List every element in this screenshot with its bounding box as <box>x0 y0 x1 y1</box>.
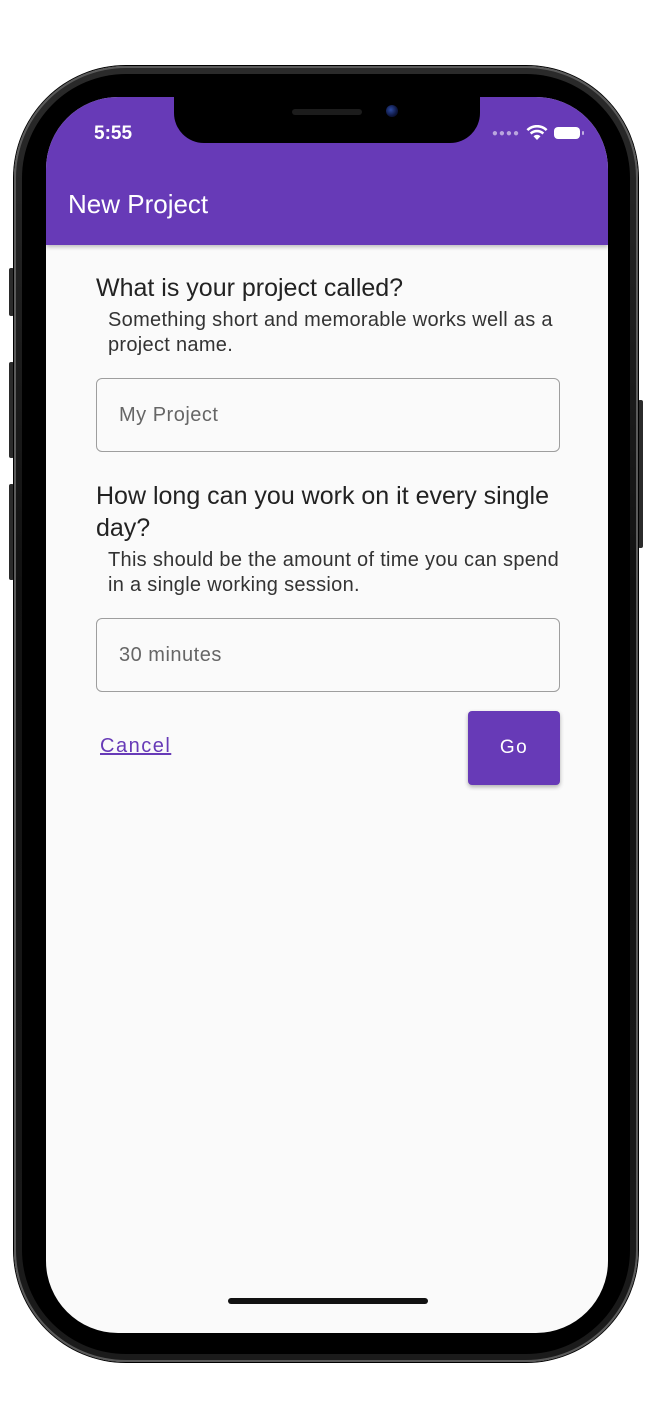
project-name-question: What is your project called? <box>96 274 404 302</box>
daily-time-hint: This should be the amount of time you ca… <box>108 549 560 596</box>
battery-icon <box>554 127 584 139</box>
page-title: New Project <box>68 189 209 219</box>
daily-time-placeholder: 30 minutes <box>119 643 222 666</box>
daily-time-question: How long can you work on it every single… <box>96 482 550 542</box>
front-camera <box>386 105 398 117</box>
status-icons: ●●●● <box>491 125 584 141</box>
speaker-grille <box>292 109 362 115</box>
wifi-icon <box>526 125 548 140</box>
project-name-hint: Something short and memorable works well… <box>108 309 553 356</box>
home-indicator[interactable] <box>228 1298 428 1304</box>
form-actions: Cancel Go <box>96 711 560 785</box>
go-button[interactable]: Go <box>468 711 560 785</box>
cellular-dots-icon: ●●●● <box>491 127 520 139</box>
form: What is your project called? Something s… <box>96 272 560 692</box>
status-time: 5:55 <box>94 123 133 144</box>
daily-time-input[interactable]: 30 minutes <box>96 618 560 692</box>
power-button <box>638 400 643 548</box>
project-name-placeholder: My Project <box>119 403 219 426</box>
cancel-button[interactable]: Cancel <box>100 735 171 758</box>
project-name-input[interactable]: My Project <box>96 378 560 452</box>
screen: 5:55 ●●●● New Project What is your proje… <box>46 97 608 1333</box>
device-frame: 5:55 ●●●● New Project What is your proje… <box>0 0 652 1412</box>
notch <box>174 97 480 143</box>
